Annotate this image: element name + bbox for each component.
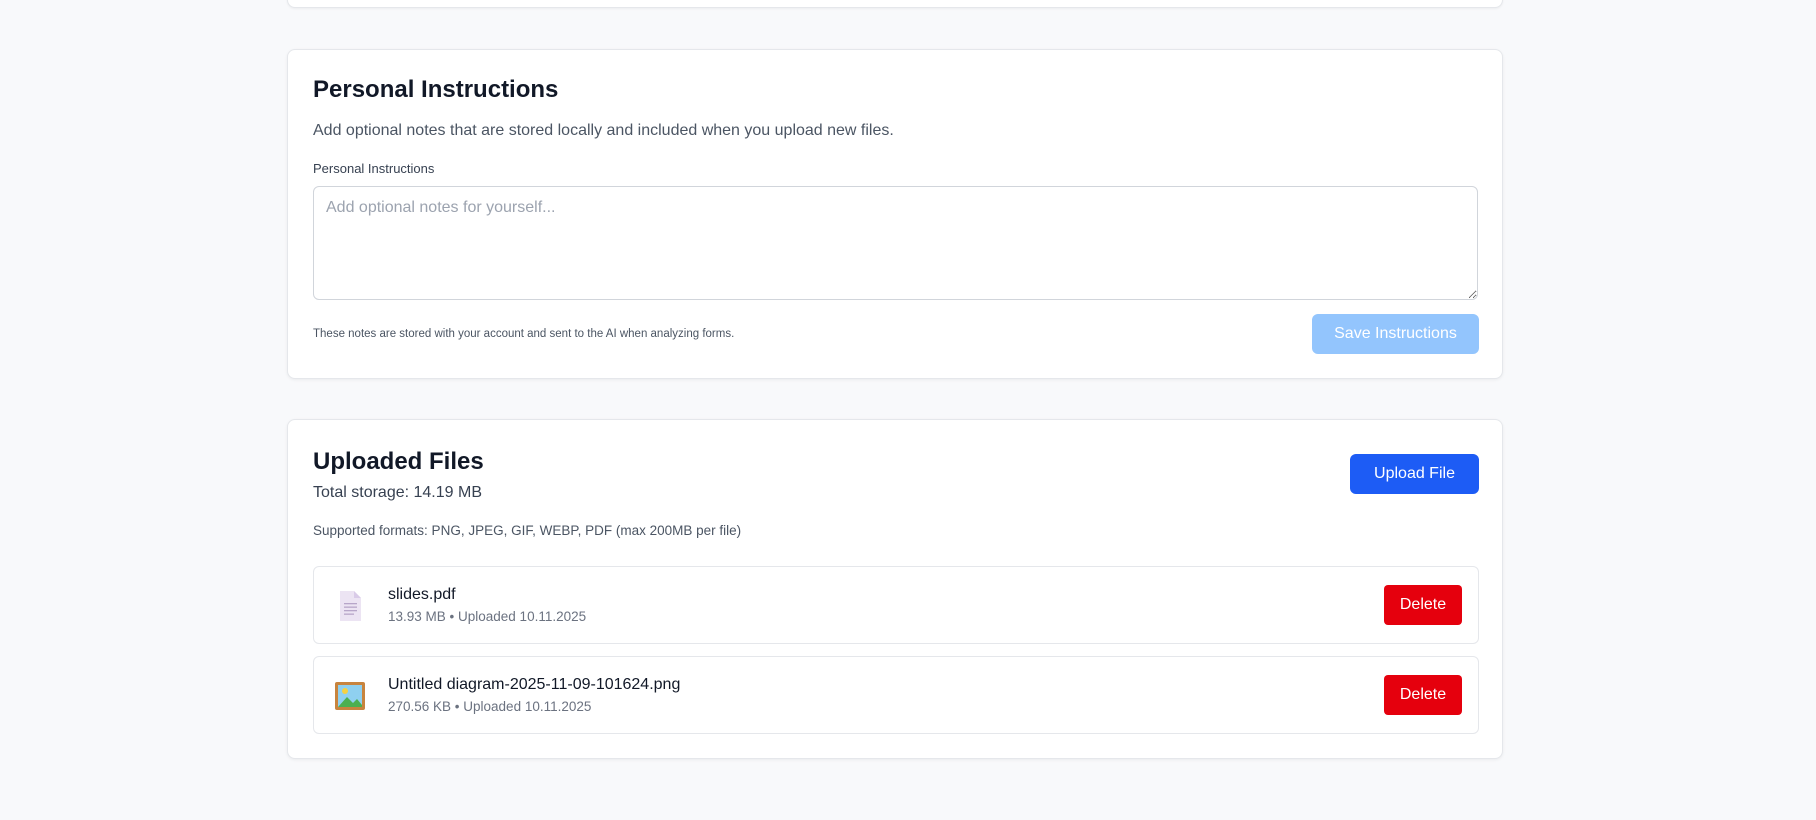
framed-picture-icon <box>334 679 366 713</box>
delete-file-button[interactable]: Delete <box>1384 675 1462 715</box>
file-list-item: slides.pdf 13.93 MB • Uploaded 10.11.202… <box>313 566 1479 644</box>
instructions-field-label: Personal Instructions <box>313 161 435 176</box>
previous-section-card <box>287 0 1503 8</box>
file-name: slides.pdf <box>388 586 456 603</box>
file-name: Untitled diagram-2025-11-09-101624.png <box>388 676 681 693</box>
instructions-title: Personal Instructions <box>313 76 559 103</box>
uploaded-files-card: Uploaded Files Total storage: 14.19 MB S… <box>287 419 1503 759</box>
uploaded-files-title: Uploaded Files <box>313 448 484 475</box>
total-storage-text: Total storage: 14.19 MB <box>313 484 482 501</box>
instructions-description: Add optional notes that are stored local… <box>313 122 894 139</box>
upload-file-button[interactable]: Upload File <box>1350 454 1479 494</box>
instructions-helper-text: These notes are stored with your account… <box>313 328 735 340</box>
personal-instructions-textarea[interactable] <box>313 186 1478 300</box>
save-instructions-button[interactable]: Save Instructions <box>1312 314 1479 354</box>
supported-formats-text: Supported formats: PNG, JPEG, GIF, WEBP,… <box>313 523 742 538</box>
file-list-item: Untitled diagram-2025-11-09-101624.png 2… <box>313 656 1479 734</box>
document-icon <box>334 589 366 623</box>
file-meta: 270.56 KB • Uploaded 10.11.2025 <box>388 699 592 714</box>
file-meta: 13.93 MB • Uploaded 10.11.2025 <box>388 609 587 624</box>
delete-file-button[interactable]: Delete <box>1384 585 1462 625</box>
personal-instructions-card: Personal Instructions Add optional notes… <box>287 49 1503 379</box>
